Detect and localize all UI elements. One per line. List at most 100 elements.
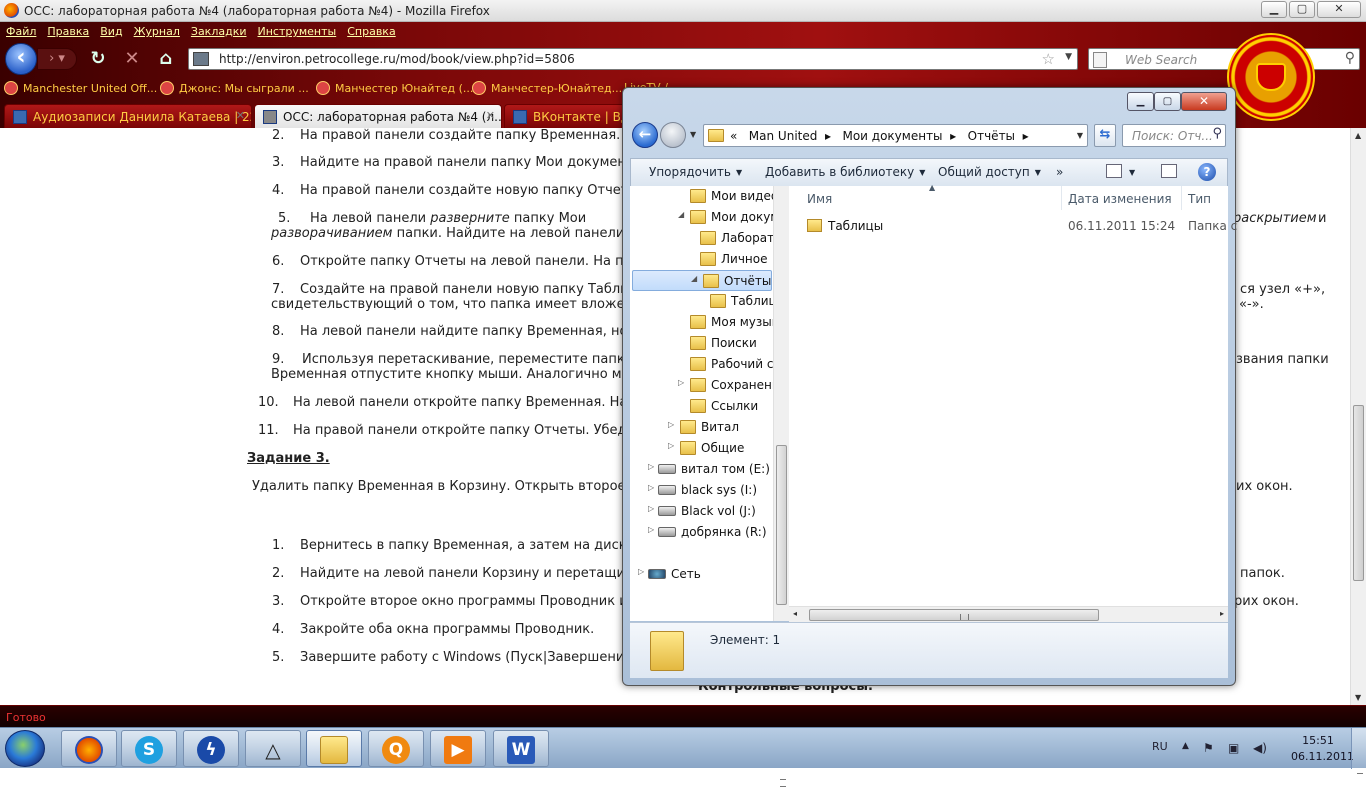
bookmark-star-icon[interactable]: ☆: [1042, 50, 1055, 68]
reload-icon[interactable]: ↻: [88, 49, 108, 69]
nav-item[interactable]: ▷ black sys (I:): [630, 480, 773, 501]
menu-help[interactable]: Справка: [341, 22, 400, 38]
scroll-down-icon[interactable]: ▼: [1355, 693, 1361, 702]
forward-button[interactable]: › ▾: [37, 48, 77, 70]
tab-close-icon[interactable]: ✕: [486, 109, 495, 122]
breadcrumb-path[interactable]: « Man United ▸ Мои документы ▸ Отчёты ▸: [730, 129, 1029, 143]
explorer-search-box[interactable]: Поиск: Отч... ⚲: [1122, 124, 1226, 147]
column-type[interactable]: Тип: [1188, 192, 1211, 206]
help-icon[interactable]: ?: [1198, 163, 1216, 181]
add-to-library-button[interactable]: Добавить в библиотеку ▼: [765, 165, 925, 179]
column-divider[interactable]: [1061, 186, 1062, 210]
share-button[interactable]: Общий доступ ▼: [938, 165, 1041, 179]
bookmark-item[interactable]: Манчестер Юнайтед (...: [316, 81, 473, 95]
nav-scroll-thumb[interactable]: [776, 445, 787, 787]
menu-history[interactable]: Журнал: [128, 22, 185, 38]
nav-item[interactable]: Ссылки: [630, 396, 773, 417]
tree-expand-icon[interactable]: ◢: [691, 274, 697, 283]
menu-file[interactable]: Файл: [0, 22, 41, 38]
nav-item[interactable]: Мои видео: [630, 186, 773, 207]
bookmark-item[interactable]: Манчестер-Юнайтед...: [472, 81, 622, 95]
column-date-modified[interactable]: Дата изменения: [1068, 192, 1172, 206]
explorer-forward-button[interactable]: [660, 122, 686, 148]
column-name[interactable]: Имя: [807, 192, 832, 206]
bookmark-item[interactable]: Manchester United Off...: [4, 81, 157, 95]
scroll-left-icon[interactable]: ◂: [793, 609, 797, 618]
taskbar-explorer[interactable]: [306, 730, 362, 767]
organize-button[interactable]: Упорядочить ▼: [649, 165, 742, 179]
taskbar-eye-app[interactable]: △: [245, 730, 301, 767]
home-icon[interactable]: ⌂: [156, 49, 176, 69]
menu-view[interactable]: Вид: [94, 22, 127, 38]
tree-expand-icon[interactable]: ▷: [648, 462, 654, 471]
nav-item[interactable]: ▷ Витал: [630, 417, 773, 438]
taskbar-lightning-app[interactable]: ϟ: [183, 730, 239, 767]
tree-expand-icon[interactable]: ▷: [668, 420, 674, 429]
start-button[interactable]: [5, 730, 45, 767]
nav-item[interactable]: Лабораторные: [630, 228, 773, 249]
scroll-right-icon[interactable]: ▸: [1220, 609, 1224, 618]
nav-item[interactable]: ▷ Сеть: [630, 564, 773, 585]
nav-item[interactable]: ▷ витал том (E:): [630, 459, 773, 480]
nav-item[interactable]: ▷ добрянка (R:): [630, 522, 773, 543]
menu-edit[interactable]: Правка: [41, 22, 94, 38]
scroll-up-icon[interactable]: ▲: [1355, 131, 1361, 140]
tree-expand-icon[interactable]: ▷: [648, 525, 654, 534]
taskbar-firefox[interactable]: [61, 730, 117, 767]
language-indicator[interactable]: RU: [1152, 740, 1168, 753]
nav-item[interactable]: ▷ Общие: [630, 438, 773, 459]
preview-pane-icon[interactable]: [1161, 164, 1177, 178]
show-desktop-button[interactable]: [1351, 728, 1366, 769]
tab-vkontakte[interactable]: ВКонтакте | Вдре...: [504, 104, 632, 128]
nav-item[interactable]: Моя музыка: [630, 312, 773, 333]
nav-item[interactable]: ▷ Black vol (J:): [630, 501, 773, 522]
close-button[interactable]: ✕: [1317, 1, 1361, 18]
more-commands-button[interactable]: »: [1056, 165, 1063, 179]
nav-item[interactable]: Поиски: [630, 333, 773, 354]
nav-item[interactable]: Личное: [630, 249, 773, 270]
back-button[interactable]: ‹: [5, 43, 37, 75]
file-name[interactable]: Таблицы: [828, 219, 883, 233]
file-list-hscrollbar[interactable]: ◂ ▸: [789, 606, 1228, 622]
action-center-flag-icon[interactable]: ⚑: [1203, 741, 1214, 755]
show-hidden-icons-icon[interactable]: ▲: [1182, 741, 1189, 751]
nav-item[interactable]: Таблицы: [630, 291, 773, 312]
tab-audio[interactable]: Аудиозаписи Даниила Катаева | 22... ✕: [4, 104, 252, 128]
menu-tools[interactable]: Инструменты: [252, 22, 342, 38]
column-divider[interactable]: [1181, 186, 1182, 210]
nav-item[interactable]: Рабочий стол: [630, 354, 773, 375]
network-icon[interactable]: ▣: [1228, 741, 1239, 755]
nav-item[interactable]: ◢ Отчёты: [632, 270, 772, 291]
explorer-back-button[interactable]: ←: [632, 122, 658, 148]
explorer-minimize-button[interactable]: ▁: [1127, 92, 1154, 111]
tree-expand-icon[interactable]: ▷: [678, 378, 684, 387]
scroll-thumb[interactable]: [1353, 405, 1364, 774]
page-scrollbar[interactable]: ▲ ▼: [1350, 128, 1366, 774]
refresh-icon[interactable]: ⇆: [1094, 124, 1116, 147]
clock-time[interactable]: 15:51: [1295, 734, 1341, 747]
url-text[interactable]: http://environ.petrocollege.ru/mod/book/…: [219, 52, 575, 66]
view-dropdown-icon[interactable]: ▼: [1129, 168, 1135, 177]
address-dropdown-icon[interactable]: ▼: [1077, 131, 1083, 140]
tree-expand-icon[interactable]: ▷: [638, 567, 644, 576]
tab-close-icon[interactable]: ✕: [236, 109, 245, 122]
maximize-button[interactable]: ▢: [1289, 1, 1315, 18]
explorer-close-button[interactable]: ✕: [1181, 92, 1227, 111]
nav-item[interactable]: ◢ Мои документы: [630, 207, 773, 228]
file-row[interactable]: Таблицы: [807, 219, 883, 233]
tree-expand-icon[interactable]: ▷: [668, 441, 674, 450]
bookmark-item[interactable]: Джонс: Мы сыграли ...: [160, 81, 309, 95]
taskbar-skype[interactable]: S: [121, 730, 177, 767]
url-dropdown-icon[interactable]: ▼: [1065, 52, 1072, 62]
search-icon[interactable]: ⚲: [1212, 126, 1222, 141]
taskbar-qip[interactable]: Q: [368, 730, 424, 767]
clock-date[interactable]: 06.11.2011: [1291, 750, 1354, 763]
explorer-maximize-button[interactable]: ▢: [1154, 92, 1181, 111]
taskbar-word[interactable]: W: [493, 730, 549, 767]
taskbar-media-player[interactable]: ▶: [430, 730, 486, 767]
hscroll-thumb[interactable]: [809, 609, 1099, 621]
stop-icon[interactable]: ✕: [122, 49, 142, 69]
volume-icon[interactable]: ◀): [1253, 741, 1267, 755]
menu-bookmarks[interactable]: Закладки: [185, 22, 252, 38]
tree-expand-icon[interactable]: ▷: [648, 483, 654, 492]
